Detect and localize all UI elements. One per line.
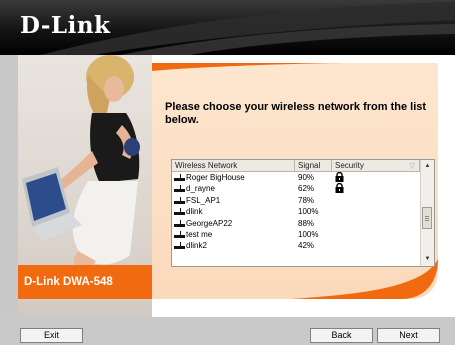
wireless-network-icon [174, 196, 185, 204]
back-button[interactable]: Back [310, 328, 373, 343]
scrollbar-grip [425, 218, 429, 219]
hero-photo-panel: D-Link DWA-548 [18, 55, 152, 317]
network-name-cell: dlink2 [174, 240, 294, 251]
network-name: dlink [186, 207, 203, 217]
wireless-network-icon [174, 185, 185, 193]
header-bar: D-Link [0, 0, 455, 55]
footer-bar: Exit Back Next [0, 317, 455, 345]
content-panel: Please choose your wireless network from… [152, 55, 455, 317]
list-scrollbar[interactable]: ▲ ▼ [420, 160, 434, 266]
scroll-down-arrow-icon[interactable]: ▼ [421, 253, 434, 266]
list-item[interactable]: FSL_AP1 78% [172, 195, 420, 206]
network-name: FSL_AP1 [186, 195, 221, 205]
list-item[interactable]: dlink 100% [172, 206, 420, 217]
signal-strength: 42% [298, 241, 315, 251]
list-item[interactable]: test me 100% [172, 229, 420, 240]
column-header-security-label: Security [335, 161, 364, 170]
wireless-network-icon [174, 242, 185, 250]
sort-arrow-icon: ▽ [409, 163, 415, 170]
lock-icon [335, 172, 344, 182]
network-name-cell: d_rayne [174, 183, 294, 194]
column-header-security[interactable]: Security ▽ [332, 160, 420, 171]
list-header: Wireless Network Signal Security ▽ [172, 160, 420, 172]
network-name: Roger BigHouse [186, 173, 245, 182]
network-name-cell: FSL_AP1 [174, 195, 294, 206]
network-name: dlink2 [186, 241, 207, 251]
scroll-up-arrow-icon[interactable]: ▲ [421, 160, 434, 173]
next-button[interactable]: Next [377, 328, 440, 343]
scrollbar-grip [425, 220, 429, 221]
scrollbar-thumb[interactable] [422, 207, 432, 229]
product-model-banner: D-Link DWA-548 [18, 265, 152, 299]
signal-strength: 100% [298, 207, 319, 217]
page-instruction: Please choose your wireless network from… [165, 101, 427, 126]
column-header-network[interactable]: Wireless Network [172, 160, 295, 171]
signal-strength: 100% [298, 229, 319, 239]
list-item[interactable]: Roger BigHouse 90% [172, 172, 420, 183]
wireless-network-list[interactable]: Wireless Network Signal Security ▽ Roger… [171, 159, 435, 267]
network-name-cell: test me [174, 229, 294, 240]
signal-strength: 88% [298, 218, 315, 228]
d-link-logo: D-Link [20, 12, 111, 39]
wireless-network-icon [174, 174, 185, 181]
signal-strength: 90% [298, 173, 315, 182]
network-name: GeorgeAP22 [186, 218, 233, 228]
list-item[interactable]: GeorgeAP22 88% [172, 218, 420, 229]
wireless-network-icon [174, 219, 185, 227]
column-header-signal[interactable]: Signal [295, 160, 332, 171]
wireless-network-icon [174, 208, 185, 216]
setup-wizard-window: D-Link D-Link DWA-548 Please choose your… [0, 0, 455, 345]
network-name-cell: GeorgeAP22 [174, 218, 294, 229]
wireless-network-icon [174, 230, 185, 238]
network-name: test me [186, 229, 213, 239]
list-item[interactable]: d_rayne 62% [172, 183, 420, 194]
content-area: Please choose your wireless network from… [152, 63, 438, 299]
list-item[interactable]: dlink2 42% [172, 240, 420, 251]
exit-button[interactable]: Exit [20, 328, 83, 343]
network-name: d_rayne [186, 184, 215, 194]
network-rows: Roger BigHouse 90% d_rayne 62% FSL_AP1 78% dli… [172, 172, 420, 252]
scrollbar-grip [425, 216, 429, 217]
lock-icon [335, 183, 344, 194]
signal-strength: 62% [298, 184, 315, 194]
network-name-cell: dlink [174, 206, 294, 217]
signal-strength: 78% [298, 195, 315, 205]
network-name-cell: Roger BigHouse [174, 172, 294, 183]
